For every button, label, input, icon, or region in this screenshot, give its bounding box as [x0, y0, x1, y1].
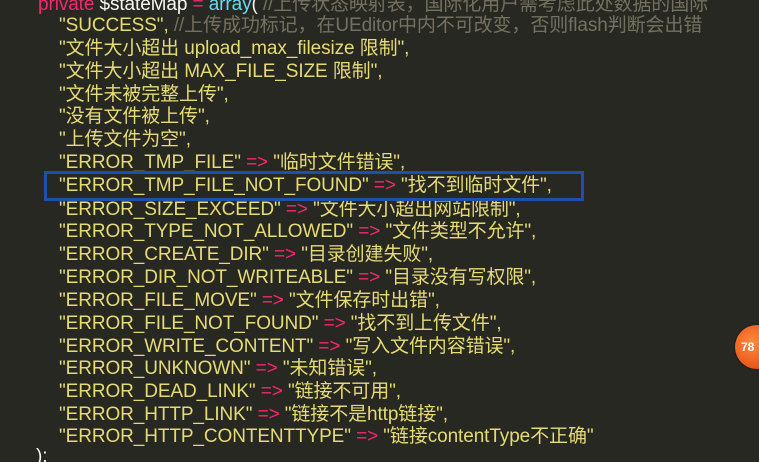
map-key: "ERROR_TMP_FILE" — [59, 152, 241, 173]
map-arrow: => — [260, 381, 283, 402]
code-line-mapped: "ERROR_HTTP_CONTENTTYPE" => "链接contentTy… — [59, 426, 594, 448]
map-key: "ERROR_SIZE_EXCEED" — [59, 199, 281, 220]
code-line-closing: ); — [36, 446, 48, 462]
map-arrow: => — [261, 290, 284, 311]
plain-string: "没有文件被上传", — [59, 106, 210, 127]
map-key: "ERROR_HTTP_CONTENTTYPE" — [59, 426, 351, 447]
map-arrow: => — [246, 152, 269, 173]
map-key: "ERROR_CREATE_DIR" — [59, 244, 269, 265]
map-value: "目录创建失败", — [301, 244, 434, 265]
code-line-mapped: "ERROR_HTTP_LINK" => "链接不是http链接", — [59, 404, 448, 426]
code-line-mapped: "ERROR_FILE_NOT_FOUND" => "找不到上传文件", — [59, 313, 502, 335]
code-line-plain: "文件大小超出 upload_max_filesize 限制", — [59, 38, 409, 60]
highlight-box — [44, 171, 584, 201]
code-line-mapped: "ERROR_FILE_MOVE" => "文件保存时出错", — [59, 290, 440, 312]
map-arrow: => — [257, 404, 280, 425]
success-comment: //上传成功标记，在UEditor中内不可改变，否则flash判断会出错 — [173, 15, 703, 36]
map-key: "ERROR_HTTP_LINK" — [59, 404, 253, 425]
map-arrow: => — [318, 336, 341, 357]
map-value: "找不到上传文件", — [350, 313, 502, 334]
code-line-mapped: "ERROR_CREATE_DIR" => "目录创建失败", — [59, 244, 433, 266]
code-line-mapped: "ERROR_TYPE_NOT_ALLOWED" => "文件类型不允许", — [59, 221, 536, 243]
map-key: "ERROR_UNKNOWN" — [59, 358, 251, 379]
code-line-plain: "文件大小超出 MAX_FILE_SIZE 限制", — [59, 61, 382, 83]
header-comment: //上传状态映射表，国际化用户需考虑此处数据的国际 — [262, 0, 708, 15]
code-line-header: private $stateMap = array( //上传状态映射表，国际化… — [38, 0, 708, 16]
map-key: "ERROR_WRITE_CONTENT" — [59, 336, 314, 357]
code-line-plain: "没有文件被上传", — [59, 106, 210, 128]
function-array: array — [208, 0, 252, 15]
map-key: "ERROR_TYPE_NOT_ALLOWED" — [59, 221, 354, 242]
keyword-private: private — [38, 0, 95, 15]
variable-statemap: $stateMap — [99, 0, 188, 15]
code-line-plain: "文件未被完整上传", — [59, 84, 229, 106]
map-arrow: => — [255, 358, 278, 379]
map-value: "目录没有写权限", — [385, 267, 537, 288]
plain-string: "文件未被完整上传", — [59, 84, 229, 105]
map-arrow: => — [274, 244, 297, 265]
map-value: "未知错误", — [282, 358, 377, 379]
map-key: "ERROR_DEAD_LINK" — [59, 381, 256, 402]
code-line-plain: "上传文件为空", — [59, 129, 191, 151]
code-line-mapped: "ERROR_WRITE_CONTENT" => "写入文件内容错误", — [59, 336, 515, 358]
open-paren: ( — [251, 0, 258, 15]
plain-string: "上传文件为空", — [59, 129, 191, 150]
map-value: "文件类型不允许", — [385, 221, 537, 242]
map-arrow: => — [285, 199, 308, 220]
map-value: "链接不可用", — [287, 381, 401, 402]
map-arrow: => — [356, 426, 379, 447]
code-editor[interactable]: private $stateMap = array( //上传状态映射表，国际化… — [0, 0, 759, 462]
code-line-mapped: "ERROR_DIR_NOT_WRITEABLE" => "目录没有写权限", — [59, 267, 536, 289]
map-key: "ERROR_DIR_NOT_WRITEABLE" — [59, 267, 353, 288]
map-value: "文件保存时出错", — [289, 290, 440, 311]
map-key: "ERROR_FILE_NOT_FOUND" — [59, 313, 319, 334]
map-arrow: => — [323, 313, 346, 334]
map-value: "文件大小超出网站限制", — [313, 199, 521, 220]
map-arrow: => — [358, 221, 381, 242]
closing-paren: ); — [36, 446, 48, 462]
code-line-success: "SUCCESS", //上传成功标记，在UEditor中内不可改变，否则fla… — [59, 15, 702, 37]
plain-string: "文件大小超出 upload_max_filesize 限制", — [59, 38, 410, 59]
operator-equals: = — [192, 0, 204, 15]
map-arrow: => — [358, 267, 381, 288]
map-key: "ERROR_FILE_MOVE" — [59, 290, 257, 311]
map-value: "链接不是http链接", — [284, 404, 448, 425]
map-value: "写入文件内容错误", — [345, 336, 516, 357]
success-string: "SUCCESS", — [59, 15, 169, 36]
floating-badge[interactable]: 78 — [735, 325, 759, 369]
plain-string: "文件大小超出 MAX_FILE_SIZE 限制", — [59, 61, 383, 82]
code-line-mapped: "ERROR_UNKNOWN" => "未知错误", — [59, 358, 377, 380]
code-line-mapped: "ERROR_DEAD_LINK" => "链接不可用", — [59, 381, 401, 403]
badge-count: 78 — [741, 340, 755, 354]
map-value: "链接contentType不正确" — [383, 426, 594, 447]
map-value: "临时文件错误", — [273, 152, 406, 173]
code-line-mapped: "ERROR_SIZE_EXCEED" => "文件大小超出网站限制", — [59, 199, 521, 221]
